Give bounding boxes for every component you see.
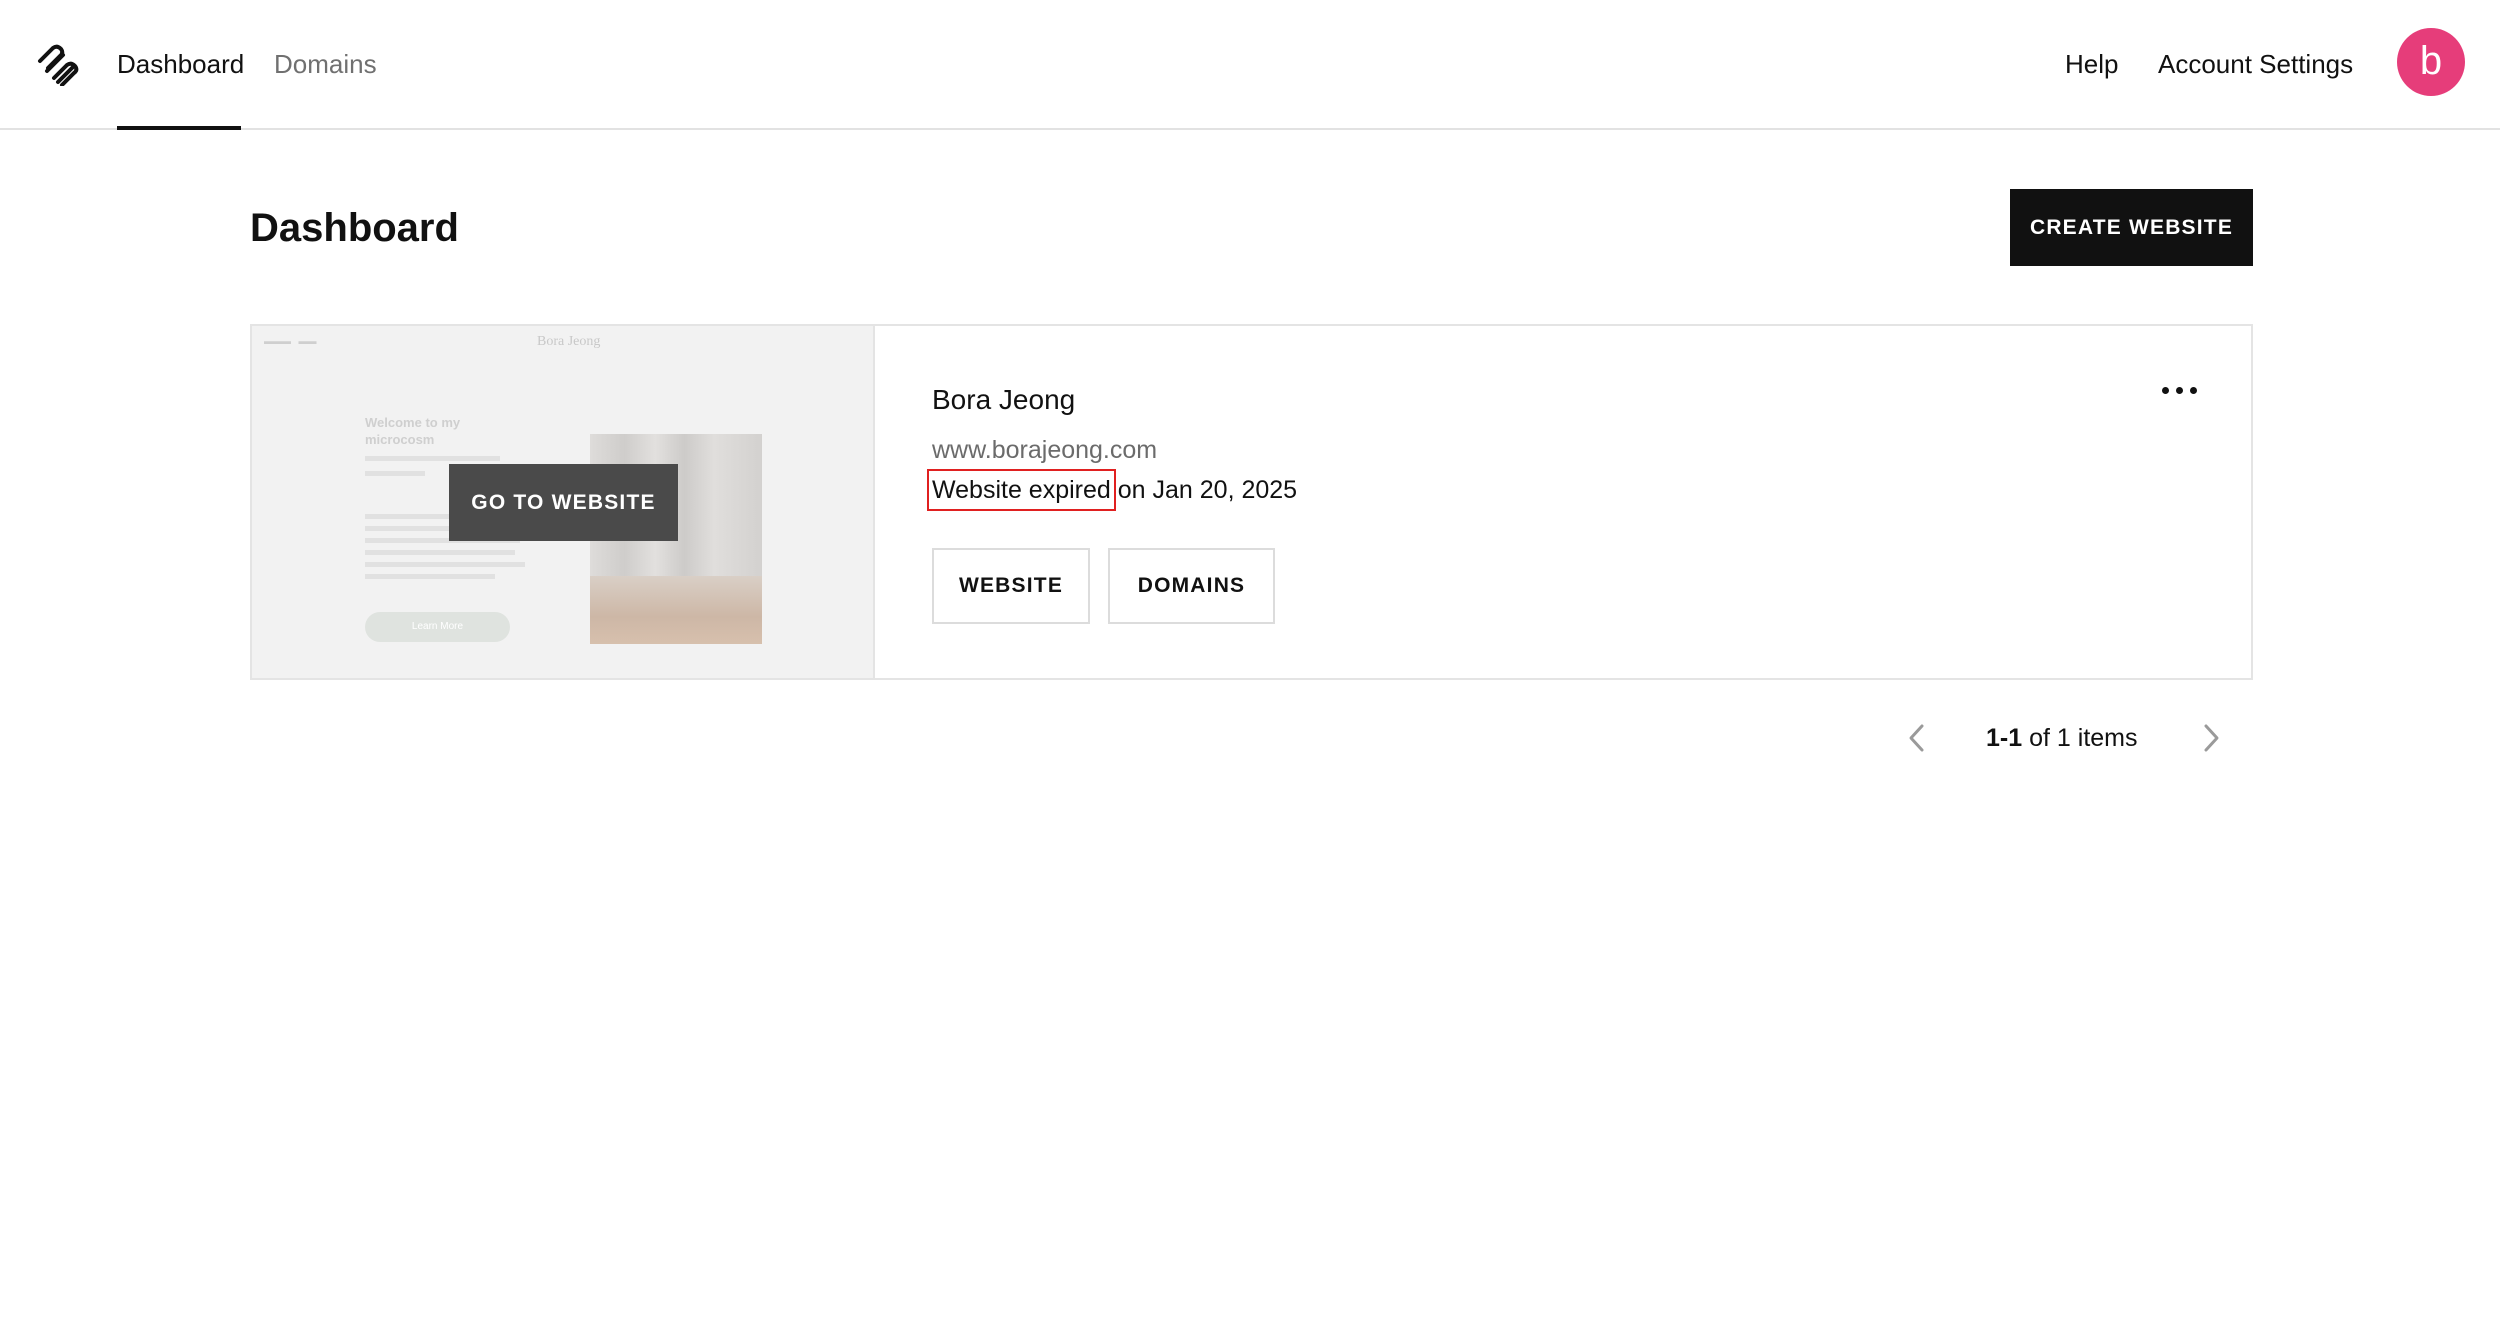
thumbnail-text-line bbox=[365, 574, 495, 579]
help-link[interactable]: Help bbox=[2065, 46, 2118, 82]
site-thumbnail[interactable]: ▬▬▬ ▬▬ Bora Jeong Welcome to my microcos… bbox=[252, 326, 875, 678]
thumbnail-image-floor bbox=[590, 576, 762, 644]
more-dot bbox=[2162, 387, 2169, 394]
domains-button[interactable]: DOMAINS bbox=[1108, 548, 1275, 624]
chevron-right-icon[interactable] bbox=[2196, 720, 2226, 756]
chevron-left-icon[interactable] bbox=[1902, 720, 1932, 756]
site-name[interactable]: Bora Jeong bbox=[932, 382, 1075, 418]
thumbnail-text-line bbox=[365, 471, 425, 476]
pagination-summary: 1-1 of 1 items bbox=[1986, 721, 2138, 755]
squarespace-logo-icon[interactable] bbox=[36, 44, 82, 86]
pagination-of: of bbox=[2029, 724, 2050, 752]
thumbnail-text-line bbox=[365, 562, 525, 567]
site-url[interactable]: www.borajeong.com bbox=[932, 434, 1157, 466]
site-card: ▬▬▬ ▬▬ Bora Jeong Welcome to my microcos… bbox=[250, 324, 2253, 680]
pagination-total: 1 bbox=[2056, 724, 2071, 752]
status-date: on Jan 20, 2025 bbox=[1117, 476, 1298, 504]
more-dot bbox=[2190, 387, 2197, 394]
nav-domains[interactable]: Domains bbox=[274, 46, 377, 82]
status-expired-label: Website expired bbox=[927, 469, 1116, 511]
more-dot bbox=[2176, 387, 2183, 394]
account-settings-link[interactable]: Account Settings bbox=[2158, 46, 2353, 82]
pagination-items: items bbox=[2077, 724, 2138, 752]
thumbnail-learn-more: Learn More bbox=[365, 612, 510, 642]
website-button[interactable]: WEBSITE bbox=[932, 548, 1090, 624]
thumbnail-text-line bbox=[365, 456, 500, 461]
thumbnail-heading: Welcome to my microcosm bbox=[365, 415, 461, 447]
create-website-button[interactable]: CREATE WEBSITE bbox=[2010, 189, 2253, 266]
top-navigation: Dashboard Domains Help Account Settings … bbox=[0, 0, 2500, 130]
thumbnail-text-line bbox=[365, 550, 515, 555]
more-options-icon[interactable] bbox=[2156, 370, 2204, 410]
site-status: Website expired on Jan 20, 2025 bbox=[927, 469, 1298, 511]
go-to-website-button[interactable]: GO TO WEBSITE bbox=[449, 464, 678, 541]
thumbnail-site-title: Bora Jeong bbox=[537, 334, 601, 349]
thumbnail-nav-line: ▬▬▬ ▬▬ bbox=[264, 336, 317, 346]
nav-dashboard[interactable]: Dashboard bbox=[117, 46, 244, 82]
pagination-range: 1-1 bbox=[1986, 724, 2023, 752]
avatar[interactable]: b bbox=[2397, 28, 2465, 96]
page-title: Dashboard bbox=[250, 206, 459, 250]
active-tab-indicator bbox=[117, 126, 241, 130]
